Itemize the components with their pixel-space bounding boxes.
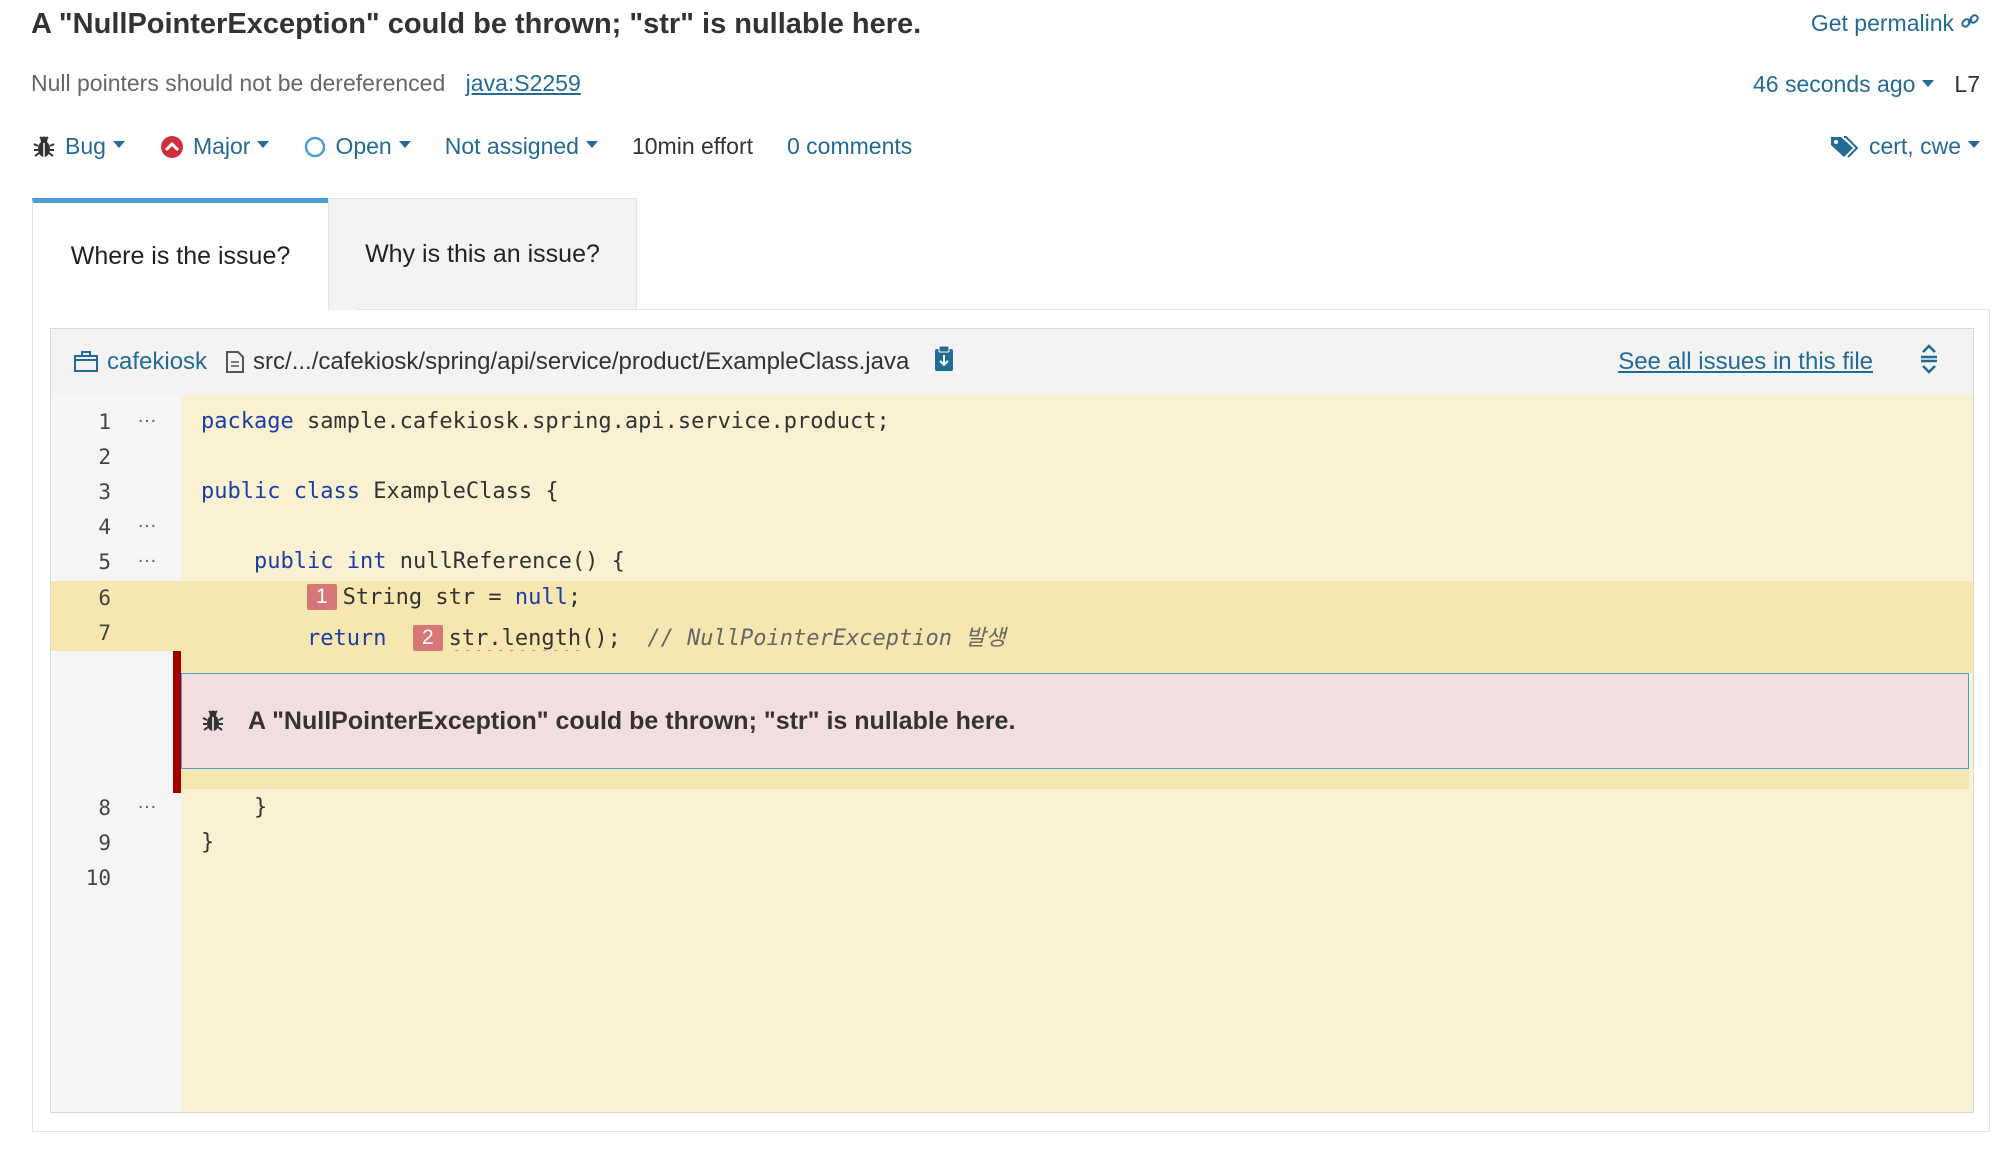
- issue-message: A "NullPointerException" could be thrown…: [248, 706, 1016, 735]
- issue-box-gap: [181, 769, 1969, 789]
- age-label: 46 seconds ago: [1753, 71, 1916, 97]
- line-number[interactable]: 5: [51, 550, 111, 574]
- code-line: 7 return 2 str.length(); // NullPointerEx…: [51, 616, 1973, 651]
- code-viewer: cafekiosk src/.../cafekiosk/spring/api/s…: [50, 328, 1974, 1113]
- line-options[interactable]: …: [137, 405, 157, 428]
- code-line: 2: [51, 440, 1973, 475]
- caret-down-icon: [257, 141, 270, 148]
- code-text: }: [201, 795, 268, 820]
- line-number[interactable]: 2: [51, 445, 111, 469]
- line-number[interactable]: 9: [51, 831, 111, 855]
- rule-line: Null pointers should not be dereferenced…: [31, 70, 581, 97]
- caret-down-icon: [398, 141, 411, 148]
- type-label: Bug: [65, 133, 106, 159]
- line-number[interactable]: 7: [51, 621, 111, 645]
- permalink-label: Get permalink: [1810, 10, 1954, 36]
- file-path-label: src/.../cafekiosk/spring/api/service/pro…: [253, 348, 910, 375]
- caret-down-icon: [1968, 141, 1980, 148]
- tab-where-is-the-issue[interactable]: Where is the issue?: [32, 198, 328, 310]
- severity-dropdown[interactable]: Major: [159, 133, 270, 160]
- assignee-dropdown[interactable]: Not assigned: [445, 133, 598, 160]
- code-line: 3 public class ExampleClass {: [51, 475, 1973, 510]
- status-dropdown[interactable]: Open: [303, 133, 411, 160]
- clipboard-icon: [933, 345, 955, 380]
- file-path: src/.../cafekiosk/spring/api/service/pro…: [225, 348, 909, 376]
- code-line: 6 1 String str = null;: [51, 581, 1973, 616]
- tags-label: cert, cwe: [1868, 133, 1961, 159]
- line-options[interactable]: …: [137, 545, 157, 568]
- file-icon: [225, 350, 245, 374]
- major-severity-icon: [159, 134, 185, 160]
- bug-icon: [31, 134, 57, 160]
- caret-down-icon: [112, 141, 125, 148]
- tab-why-is-this-an-issue[interactable]: Why is this an issue?: [328, 198, 637, 310]
- caret-down-icon: [585, 141, 598, 148]
- code-text: }: [201, 830, 215, 855]
- bug-icon: [200, 708, 226, 734]
- project-link[interactable]: cafekiosk: [73, 348, 207, 376]
- severity-label: Major: [192, 133, 251, 159]
- flow-marker[interactable]: 2: [412, 625, 443, 651]
- line-number[interactable]: 10: [51, 866, 111, 890]
- rule-key-link[interactable]: java:S2259: [466, 70, 581, 96]
- code-line: 4 …: [51, 510, 1973, 545]
- comments-link[interactable]: 0 comments: [787, 133, 912, 160]
- timeline: 46 seconds ago L7: [1753, 71, 1980, 98]
- code-line: 10: [51, 861, 1973, 896]
- effort-label: 10min effort: [631, 133, 753, 159]
- code-line: 9 }: [51, 826, 1973, 861]
- code-line-spacer: [181, 651, 1973, 673]
- assignee-label: Not assigned: [444, 133, 579, 159]
- project-icon: [73, 350, 99, 374]
- tags-icon: [1829, 134, 1859, 160]
- code-text: package sample.cafekiosk.spring.api.serv…: [201, 409, 890, 434]
- code-text: public class ExampleClass {: [201, 479, 559, 504]
- see-all-issues-link[interactable]: See all issues in this file: [1618, 348, 1873, 376]
- status-label: Open: [335, 133, 392, 159]
- project-name: cafekiosk: [107, 348, 208, 375]
- age-dropdown[interactable]: 46 seconds ago: [1753, 71, 1935, 98]
- line-number[interactable]: 6: [51, 586, 111, 610]
- line-number[interactable]: 4: [51, 515, 111, 539]
- rule-name: Null pointers should not be dereferenced: [31, 70, 446, 96]
- copy-path-button[interactable]: [933, 345, 955, 380]
- line-options[interactable]: …: [137, 791, 157, 814]
- type-dropdown[interactable]: Bug: [31, 133, 125, 160]
- permalink-link[interactable]: Get permalink: [1811, 10, 1980, 37]
- line-number[interactable]: 3: [51, 480, 111, 504]
- issue-message-box[interactable]: A "NullPointerException" could be thrown…: [181, 673, 1969, 769]
- line-number[interactable]: 8: [51, 796, 111, 820]
- issue-tabs: Where is the issue? Why is this an issue…: [32, 198, 637, 310]
- line-options[interactable]: …: [137, 510, 157, 533]
- issue-location[interactable]: str.length: [449, 626, 581, 651]
- link-icon: [1960, 10, 1980, 37]
- issue-meta-bar: Bug Major Open Not assigned 10min effort…: [31, 133, 946, 160]
- line-ref: L7: [1954, 71, 1980, 97]
- code-line: 8 … }: [51, 791, 1973, 826]
- code-line: 5 … public int nullReference() {: [51, 545, 1973, 580]
- flow-marker[interactable]: 1: [306, 584, 337, 610]
- code-text: public int nullReference() {: [253, 549, 625, 574]
- expand-vertical-icon: [1919, 343, 1939, 381]
- code-text: return 2 str.length(); // NullPointerExce…: [306, 625, 1006, 651]
- expand-button[interactable]: [1919, 343, 1939, 381]
- viewer-header: cafekiosk src/.../cafekiosk/spring/api/s…: [51, 329, 1973, 396]
- tags-dropdown[interactable]: cert, cwe: [1829, 133, 1980, 160]
- caret-down-icon: [1922, 80, 1935, 88]
- line-number[interactable]: 1: [51, 410, 111, 434]
- code-text: 1 String str = null;: [201, 584, 581, 611]
- issue-title: A "NullPointerException" could be thrown…: [31, 8, 922, 40]
- code-line: 1 … package sample.cafekiosk.spring.api.…: [51, 405, 1973, 440]
- open-status-icon: [303, 135, 327, 159]
